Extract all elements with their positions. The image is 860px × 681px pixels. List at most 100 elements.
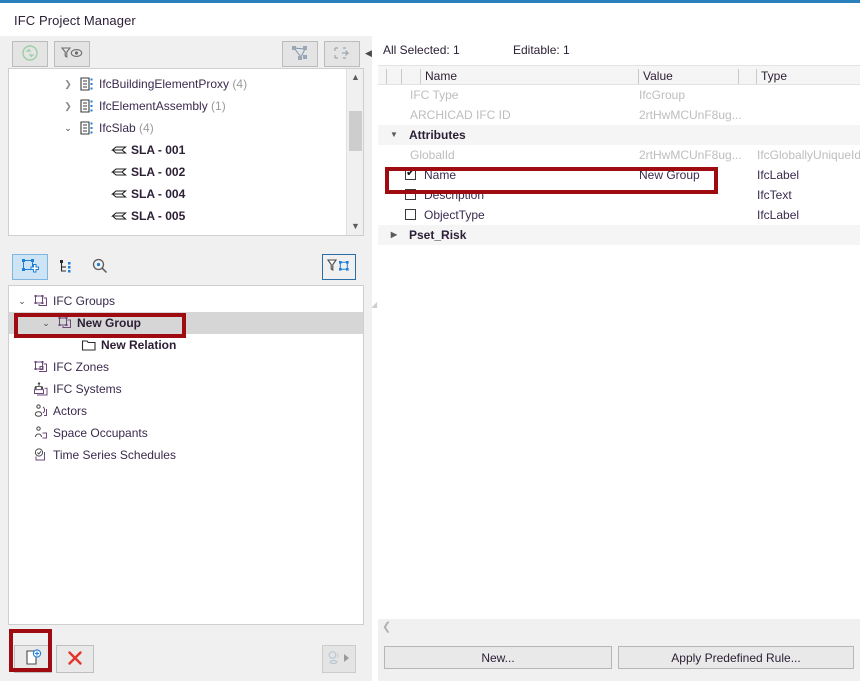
new-ifc-group-icon — [20, 257, 40, 278]
search-button[interactable] — [82, 254, 118, 280]
property-type: IfcGloballyUniqueId — [757, 148, 860, 162]
search-icon — [91, 257, 109, 278]
filter-selection-button[interactable] — [322, 254, 356, 280]
time-series-icon — [33, 447, 49, 470]
property-row[interactable]: IFC Type IfcGroup — [378, 85, 860, 105]
chevron-right-icon[interactable]: ▶ — [388, 225, 400, 245]
export-selection-icon — [332, 45, 352, 64]
filter-eye-button[interactable] — [54, 41, 90, 67]
column-header-type[interactable]: Type — [756, 69, 787, 84]
tree-item-sla-002[interactable]: SLA - 002 — [9, 161, 348, 183]
property-name: ARCHICAD IFC ID — [410, 108, 511, 122]
chevron-down-icon[interactable]: ⌄ — [39, 312, 53, 334]
property-checkbox[interactable] — [405, 189, 416, 200]
property-table-body[interactable]: IFC Type IfcGroup ARCHICAD IFC ID 2rtHwMCUn… — [378, 85, 860, 646]
tree-item-sla-005[interactable]: SLA - 005 — [9, 205, 348, 227]
tree-item-label: IfcElementAssembly (1) — [99, 99, 226, 113]
tree-item-sla-001[interactable]: SLA - 001 — [9, 139, 348, 161]
property-row[interactable]: ▶ Pset_Risk — [378, 225, 860, 245]
group-tree-item-label: Actors — [53, 404, 88, 418]
property-checkbox[interactable] — [405, 166, 416, 180]
property-name: ObjectType — [424, 208, 485, 222]
tree-item-label: SLA - 002 — [131, 165, 186, 179]
group-tree-item-ifc-zones[interactable]: IFC Zones — [9, 356, 363, 378]
header-divider-1[interactable] — [401, 69, 402, 84]
new-ifc-group-button[interactable] — [12, 254, 48, 280]
property-value[interactable]: 2rtHwMCUnF8ug... — [639, 105, 742, 125]
tree-hierarchy-button[interactable] — [48, 254, 84, 280]
property-row[interactable]: ARCHICAD IFC ID 2rtHwMCUnF8ug... — [378, 105, 860, 125]
group-tree-item-label: IFC Systems — [53, 382, 122, 396]
ifc-project-manager-window: IFC Project Manager ◢ ◀ ❯ IfcBuildingEle… — [0, 0, 860, 681]
group-tree-item-label: New Group — [77, 316, 142, 330]
group-tree-item-time-series-schedules[interactable]: Time Series Schedules — [9, 444, 363, 466]
column-header-name[interactable]: Name — [420, 69, 457, 84]
tree-item-ifcbuildingelementproxy[interactable]: ❯ IfcBuildingElementProxy (4) — [9, 73, 348, 95]
tree-item-ifcslab[interactable]: ⌄ IfcSlab (4) — [9, 117, 348, 139]
ifc-element-tree[interactable]: ❯ IfcBuildingElementProxy (4) ❯ IfcElementA… — [8, 68, 364, 236]
apply-predefined-rule-button[interactable]: Apply Predefined Rule... — [618, 646, 854, 669]
scroll-left-arrow-icon[interactable]: ❮ — [382, 620, 391, 633]
horizontal-scrollbar[interactable]: ❮ — [378, 619, 860, 637]
editable-status: Editable: 1 — [513, 43, 570, 57]
property-type: IfcText — [757, 188, 792, 202]
property-checkbox[interactable] — [405, 209, 416, 220]
group-tree-item-actors[interactable]: Actors — [9, 400, 363, 422]
scroll-thumb[interactable] — [349, 111, 362, 151]
assign-icon — [326, 649, 352, 670]
export-selection-button[interactable] — [324, 41, 360, 67]
property-row[interactable]: GlobalId 2rtHwMCUnF8ug... IfcGloballyUniqu… — [378, 145, 860, 165]
left-bottom-bar — [0, 637, 372, 681]
property-type: IfcLabel — [757, 208, 800, 222]
chevron-right-icon[interactable]: ❯ — [61, 95, 75, 117]
property-name: GlobalId — [410, 148, 455, 162]
property-value[interactable]: IfcGroup — [639, 85, 685, 105]
property-row[interactable]: Name New Group IfcLabel — [378, 165, 860, 185]
chevron-down-icon[interactable]: ⌄ — [61, 117, 75, 139]
group-tree-item-space-occupants[interactable]: Space Occupants — [9, 422, 363, 444]
delete-button[interactable] — [56, 645, 94, 673]
ifc-classification-tree[interactable]: ⌄ IFC Groups ⌄ New Group New Relation IFC Zon… — [8, 285, 364, 625]
filter-selection-icon — [326, 258, 352, 277]
right-bottom-bar: New... Apply Predefined Rule... — [378, 637, 860, 681]
left-column: ◀ ❯ IfcBuildingElementProxy (4) ❯ IfcElemen… — [0, 36, 372, 681]
chevron-right-icon[interactable]: ❯ — [61, 73, 75, 95]
header-divider-2[interactable] — [738, 69, 739, 84]
filter-eye-icon — [60, 45, 84, 64]
assign-button[interactable] — [322, 645, 356, 673]
column-header-value[interactable]: Value — [638, 69, 673, 84]
collapse-arrow-icon[interactable]: ◀ — [365, 48, 372, 59]
group-tree-item-new-relation[interactable]: New Relation — [9, 334, 363, 356]
group-tree-item-ifc-systems[interactable]: IFC Systems — [9, 378, 363, 400]
chevron-down-icon[interactable]: ⌄ — [15, 290, 29, 312]
tree-item-ifcelementassembly[interactable]: ❯ IfcElementAssembly (1) — [9, 95, 348, 117]
property-row[interactable]: ▼ Attributes — [378, 125, 860, 145]
editable-value: 1 — [563, 43, 570, 57]
tree-item-label: SLA - 001 — [131, 143, 186, 157]
property-name: IFC Type — [410, 88, 459, 102]
property-name: Attributes — [409, 128, 466, 142]
property-row[interactable]: ObjectType IfcLabel — [378, 205, 860, 225]
group-tree-item-label: IFC Zones — [53, 360, 110, 374]
upper-tree-scrollbar[interactable]: ▲ ▼ — [346, 69, 363, 235]
slab-icon — [111, 208, 127, 231]
property-value[interactable]: 2rtHwMCUnF8ug... — [639, 145, 742, 165]
select-elements-button[interactable] — [282, 41, 318, 67]
scroll-up-arrow-icon[interactable]: ▲ — [347, 69, 363, 86]
chevron-down-icon[interactable]: ▼ — [388, 125, 400, 145]
property-value[interactable]: New Group — [639, 165, 700, 185]
tree-item-label: SLA - 005 — [131, 209, 186, 223]
property-row[interactable]: Description IfcText — [378, 185, 860, 205]
new-button[interactable]: New... — [384, 646, 612, 669]
title-bar: IFC Project Manager — [0, 0, 860, 36]
scroll-down-arrow-icon[interactable]: ▼ — [347, 218, 363, 235]
new-relation-button[interactable] — [14, 645, 52, 673]
group-tree-item-label: Space Occupants — [53, 426, 148, 440]
header-divider-0[interactable] — [386, 69, 387, 84]
property-type: IfcLabel — [757, 168, 800, 182]
upper-toolbar: ◀ — [0, 36, 372, 72]
group-tree-item-new-group[interactable]: ⌄ New Group — [9, 312, 363, 334]
group-tree-item-ifc-groups[interactable]: ⌄ IFC Groups — [9, 290, 363, 312]
tree-item-sla-004[interactable]: SLA - 004 — [9, 183, 348, 205]
refresh-sync-button[interactable] — [12, 41, 48, 67]
